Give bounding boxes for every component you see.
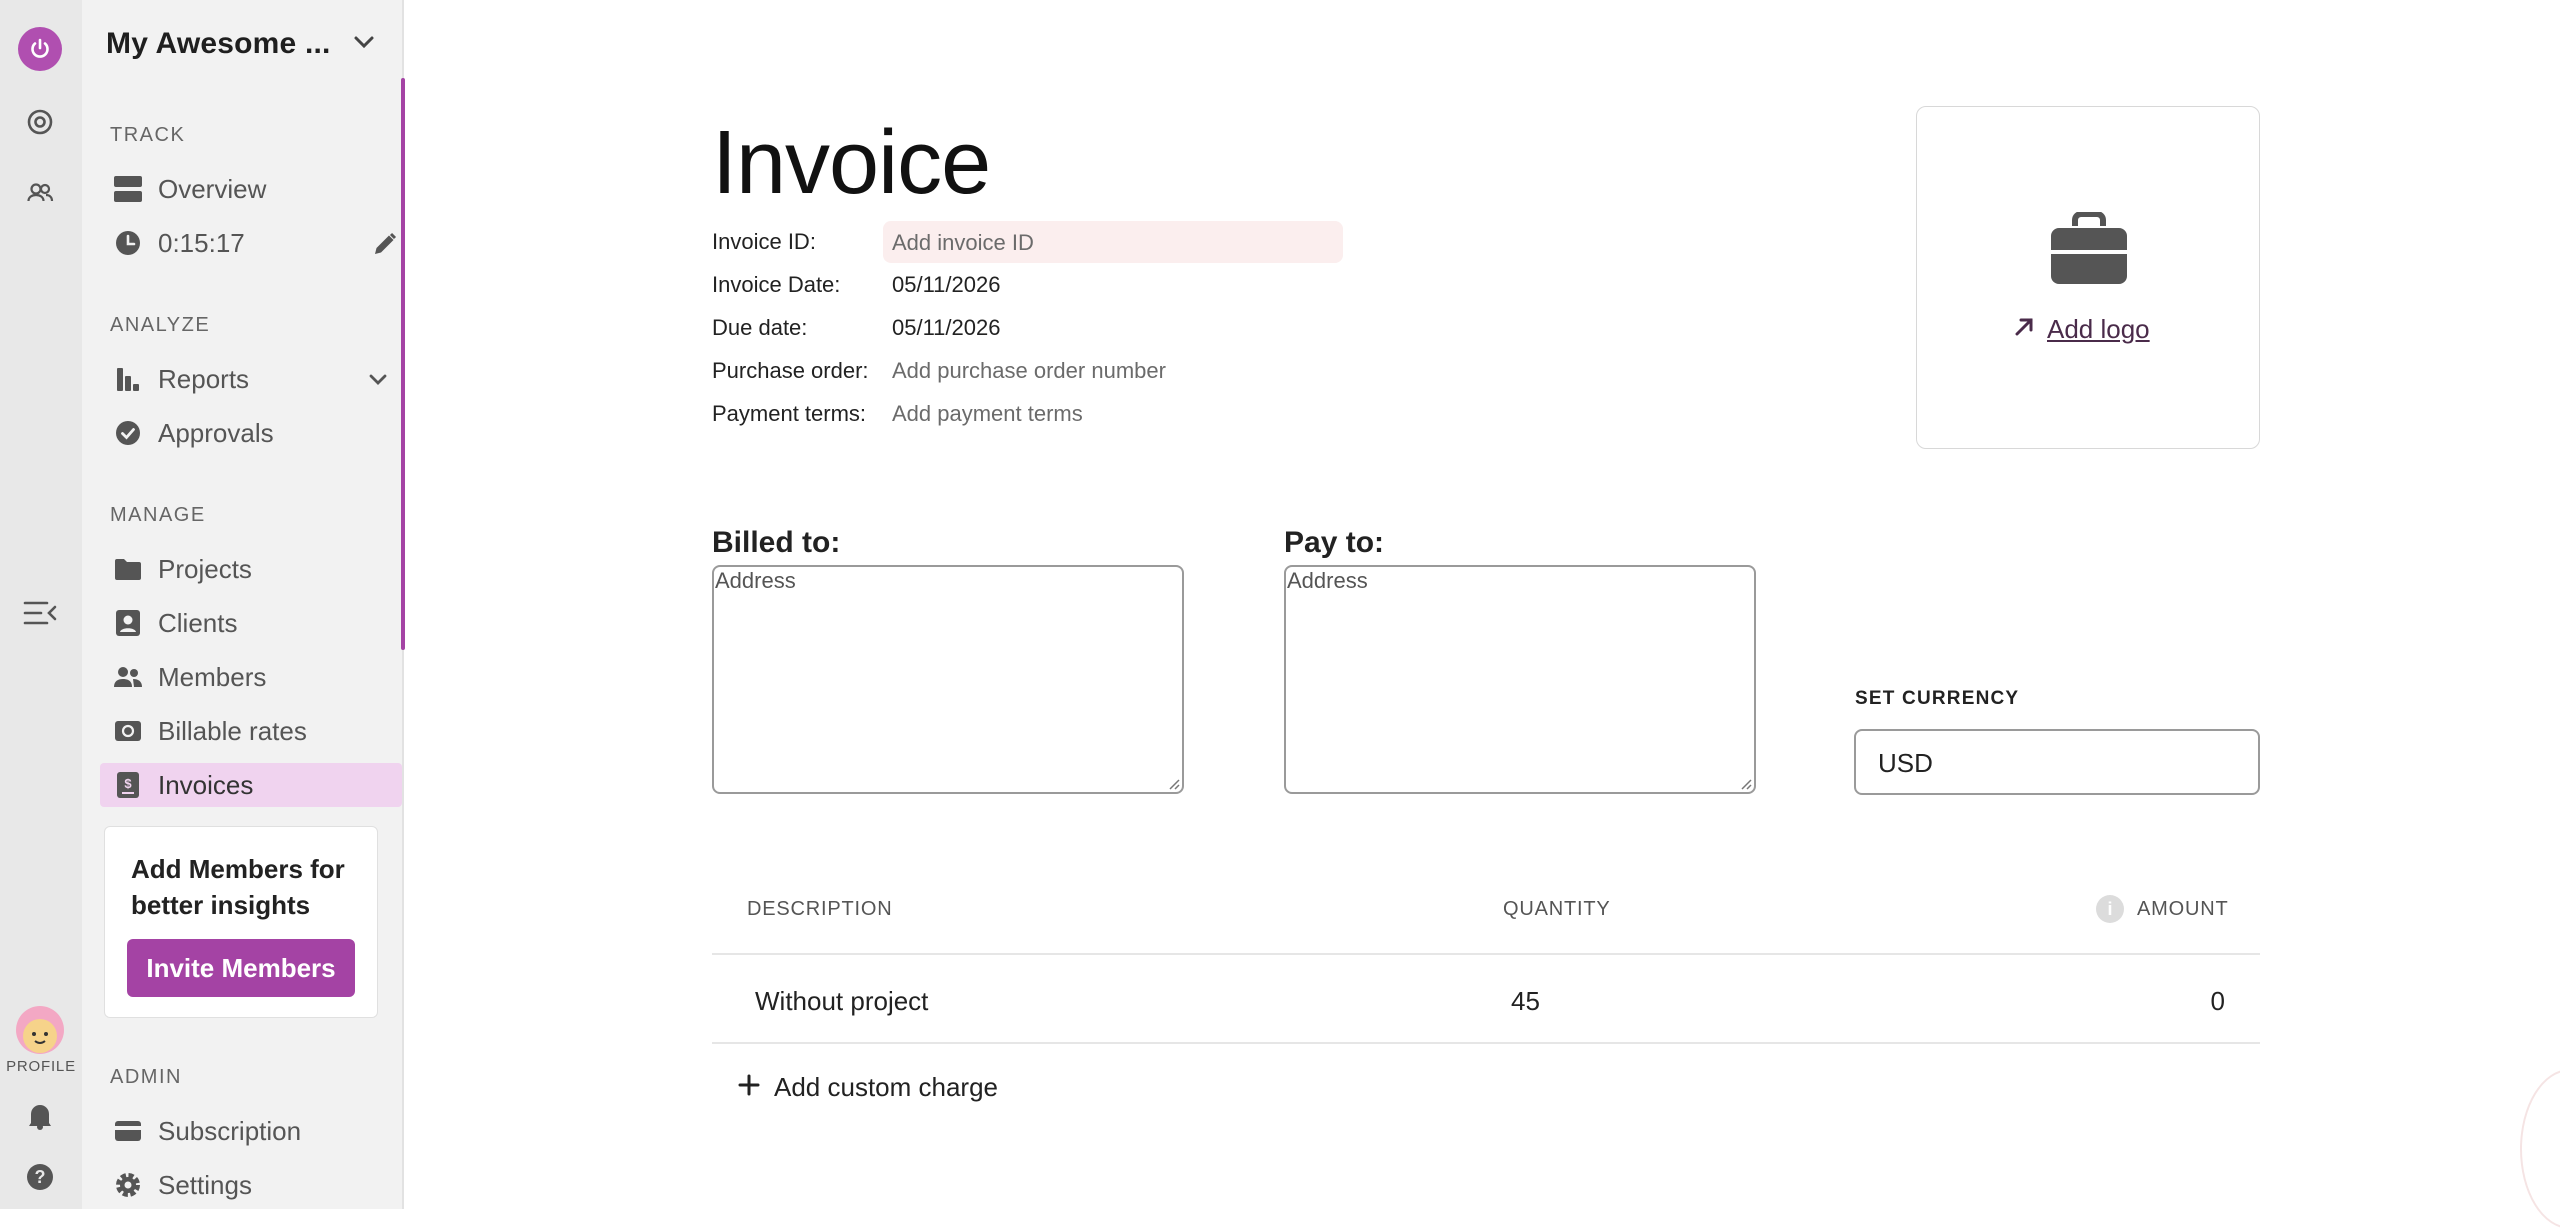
pencil-icon[interactable]: [372, 231, 398, 262]
sidebar-item-approvals[interactable]: Approvals: [100, 411, 402, 455]
chevron-down-icon[interactable]: [368, 373, 388, 392]
purchase-order-input[interactable]: Add purchase order number: [892, 358, 1166, 384]
currency-label: SET CURRENCY: [1855, 688, 2020, 709]
avatar[interactable]: [16, 1006, 64, 1054]
sidebar-item-settings[interactable]: Settings: [100, 1163, 402, 1207]
chevron-down-icon[interactable]: [352, 34, 376, 55]
table-divider: [712, 1042, 2260, 1044]
plus-icon: [738, 1072, 760, 1103]
pay-to-address-field[interactable]: Address: [1284, 565, 1756, 794]
pay-to-label: Pay to:: [1284, 526, 1385, 559]
users-icon: [110, 666, 146, 688]
decorative-shape: [2520, 1069, 2560, 1229]
sidebar-item-billable-rates[interactable]: Billable rates: [100, 709, 402, 753]
table-divider: [712, 953, 2260, 955]
payment-terms-label: Payment terms:: [712, 401, 867, 426]
promo-title: Add Members for better insights: [131, 854, 345, 920]
row-quantity[interactable]: 45: [1511, 986, 1540, 1017]
gear-icon: [110, 1171, 146, 1199]
clock-icon: [110, 230, 146, 256]
quantity-header: QUANTITY: [1503, 898, 1611, 920]
sidebar-item-reports[interactable]: Reports: [100, 357, 402, 401]
add-custom-charge-button[interactable]: Add custom charge: [738, 1072, 998, 1103]
row-amount: 0: [2210, 986, 2225, 1016]
currency-select[interactable]: USD: [1854, 729, 2260, 795]
row-description: Without project: [755, 986, 929, 1016]
collapse-sidebar-icon[interactable]: [16, 589, 64, 637]
money-icon: [110, 720, 146, 742]
overview-icon: [110, 175, 146, 203]
billed-to-address-field[interactable]: Address: [712, 565, 1184, 794]
invoice-icon: $: [110, 771, 146, 799]
sidebar-item-subscription[interactable]: Subscription: [100, 1109, 402, 1153]
purchase-order-label: Purchase order:: [712, 358, 869, 383]
description-header: DESCRIPTION: [747, 898, 893, 920]
sidebar-item-members[interactable]: Members: [100, 655, 402, 699]
briefcase-icon: [2049, 211, 2129, 291]
check-circle-icon: [110, 420, 146, 446]
target-icon[interactable]: [16, 98, 64, 146]
bar-chart-icon: [110, 366, 146, 392]
bell-icon[interactable]: [16, 1092, 64, 1140]
invoice-id-label: Invoice ID:: [712, 229, 816, 254]
resize-grip-icon[interactable]: [1166, 776, 1180, 790]
sidebar-item-timer[interactable]: 0:15:17: [100, 221, 402, 265]
contact-card-icon: [110, 609, 146, 637]
invoice-date-input[interactable]: 05/11/2026: [892, 272, 1000, 298]
invoice-id-input[interactable]: Add invoice ID: [883, 221, 1343, 263]
due-date-label: Due date:: [712, 315, 808, 340]
icon-rail: PROFILE ?: [0, 0, 82, 1209]
svg-text:$: $: [124, 776, 132, 791]
logo-upload-box[interactable]: Add logo: [1916, 106, 2260, 449]
info-icon[interactable]: i: [2096, 895, 2124, 923]
sidebar-item-clients[interactable]: Clients: [100, 601, 402, 645]
sidebar-item-projects[interactable]: Projects: [100, 547, 402, 591]
payment-terms-input[interactable]: Add payment terms: [892, 401, 1083, 427]
credit-card-icon: [110, 1120, 146, 1142]
section-track: TRACK: [110, 124, 186, 146]
add-logo-link[interactable]: Add logo: [2013, 314, 2150, 345]
invite-members-card: Add Members for better insights Invite M…: [104, 826, 378, 1018]
svg-text:?: ?: [35, 1167, 46, 1187]
team-icon[interactable]: [16, 169, 64, 217]
sidebar-item-invoices[interactable]: $ Invoices: [100, 763, 402, 807]
help-icon[interactable]: ?: [16, 1153, 64, 1201]
section-analyze: ANALYZE: [110, 314, 211, 336]
invoice-editor: Invoice Invoice ID: Add invoice ID Invoi…: [404, 0, 2560, 1229]
invite-members-button[interactable]: Invite Members: [127, 939, 355, 997]
workspace-name[interactable]: My Awesome ...: [106, 27, 331, 61]
invoice-date-label: Invoice Date:: [712, 272, 841, 297]
profile-label: PROFILE: [6, 1058, 76, 1075]
sidebar: My Awesome ... TRACK Overview 0:15:17 AN…: [82, 0, 405, 1209]
power-icon[interactable]: [18, 27, 62, 71]
resize-grip-icon[interactable]: [1738, 776, 1752, 790]
sidebar-item-overview[interactable]: Overview: [100, 167, 402, 211]
folder-icon: [110, 557, 146, 581]
billed-to-label: Billed to:: [712, 526, 841, 559]
page-title: Invoice: [712, 113, 991, 213]
section-admin: ADMIN: [110, 1066, 182, 1088]
due-date-input[interactable]: 05/11/2026: [892, 315, 1000, 341]
section-manage: MANAGE: [110, 504, 206, 526]
amount-header: AMOUNT: [2137, 898, 2229, 920]
arrow-up-right-icon: [2013, 314, 2035, 345]
